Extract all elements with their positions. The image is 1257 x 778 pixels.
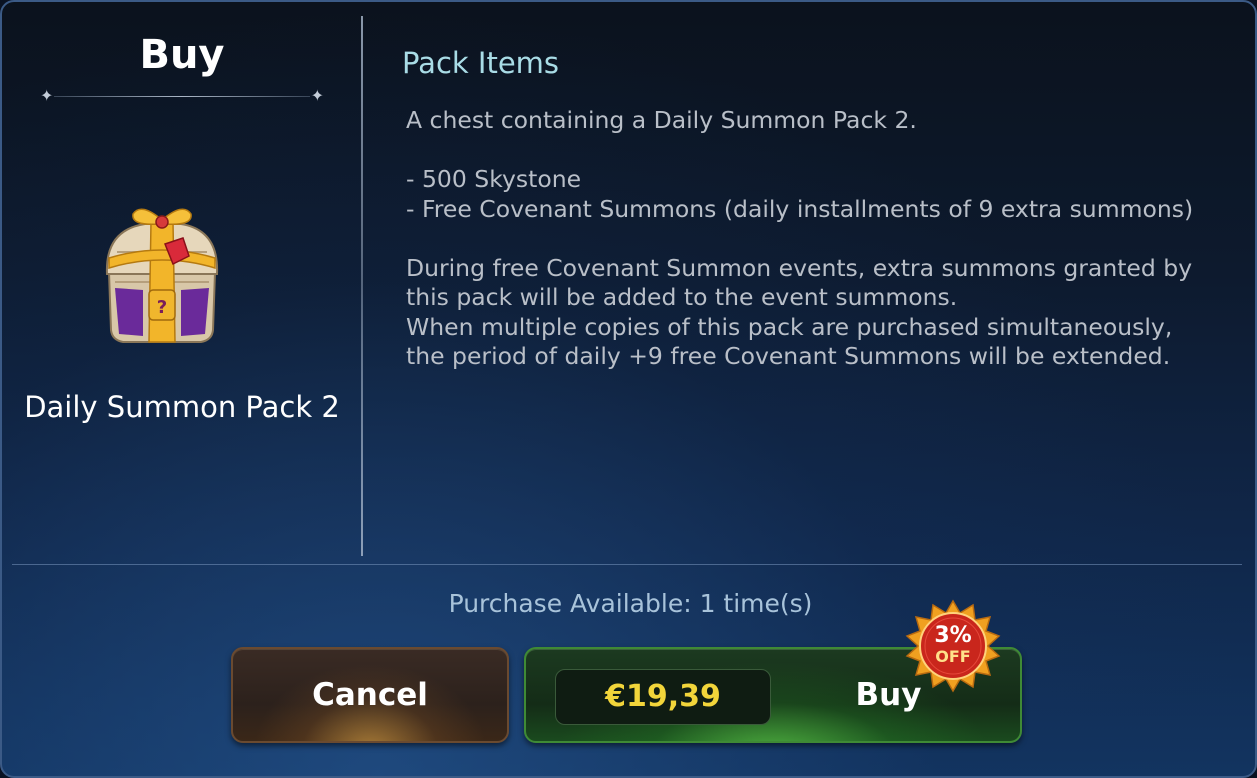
description-line: the period of daily +9 free Covenant Sum…	[406, 342, 1171, 370]
description-line: During free Covenant Summon events, extr…	[406, 253, 1193, 282]
vertical-divider	[361, 16, 363, 556]
description-line: - Free Covenant Summons (daily installme…	[406, 194, 1194, 223]
sparkle-icon: ✦	[40, 86, 54, 105]
svg-text:?: ?	[157, 297, 167, 318]
price-display: €19,39	[555, 669, 771, 725]
description-line: When multiple copies of this pack are pu…	[406, 312, 1173, 341]
horizontal-divider	[12, 564, 1242, 565]
pack-name: Daily Summon Pack 2	[24, 390, 340, 424]
discount-percent: 3%	[934, 623, 972, 648]
title-ornament: ✦ ✦	[40, 86, 324, 106]
ornament-line	[54, 96, 310, 97]
pack-items-description: A chest containing a Daily Summon Pack 2…	[406, 106, 1226, 372]
description-line: this pack will be added to the event sum…	[406, 283, 958, 311]
cancel-button-label: Cancel	[312, 677, 428, 713]
discount-badge: 3% OFF	[905, 599, 1001, 695]
purchase-availability: Purchase Available: 1 time(s)	[448, 589, 813, 618]
description-line: A chest containing a Daily Summon Pack 2…	[406, 106, 917, 134]
dialog-title: Buy	[139, 32, 225, 78]
buy-dialog: Buy ✦ ✦ ? Daily Summon Pack 2 Pack Items…	[0, 0, 1257, 778]
cancel-button[interactable]: Cancel	[231, 647, 509, 743]
pack-items-heading: Pack Items	[402, 46, 560, 80]
treasure-chest-icon: ?	[105, 208, 219, 343]
pack-items-panel: Pack Items A chest containing a Daily Su…	[402, 2, 1242, 562]
discount-off-label: OFF	[935, 647, 971, 666]
pack-preview-panel: Buy ✦ ✦ ? Daily Summon Pack 2	[2, 2, 362, 562]
description-line: - 500 Skystone	[406, 165, 582, 193]
sparkle-icon: ✦	[310, 86, 324, 105]
